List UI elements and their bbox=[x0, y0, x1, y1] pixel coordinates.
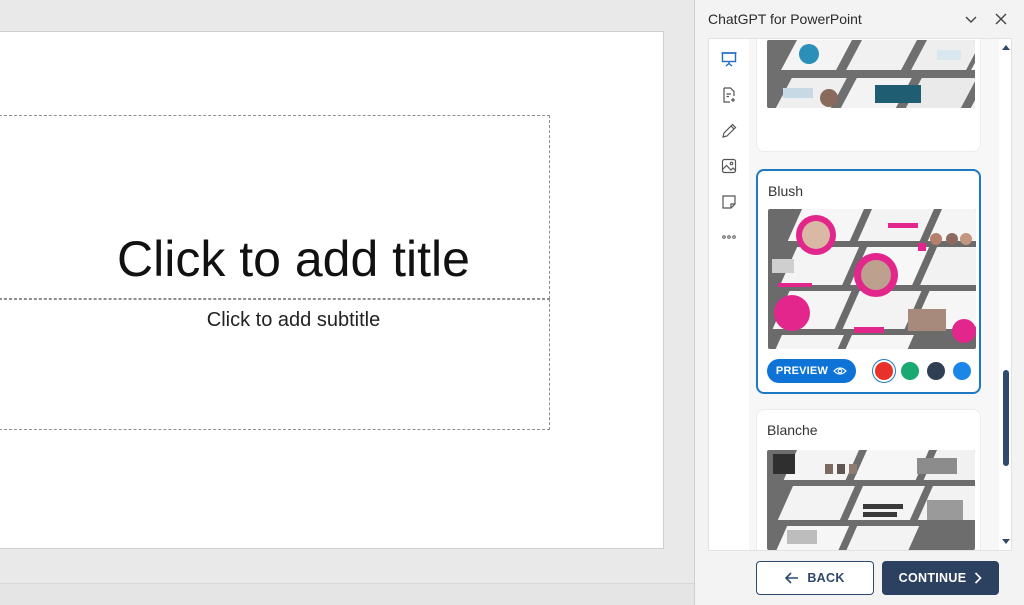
preview-button[interactable]: PREVIEW bbox=[767, 359, 856, 383]
scroll-thumb[interactable] bbox=[1003, 370, 1009, 466]
slide-canvas[interactable]: Click to add title Click to add subtitle bbox=[0, 31, 664, 549]
template-thumbnail bbox=[767, 450, 975, 550]
color-swatch-blue[interactable] bbox=[953, 362, 971, 380]
subtitle-placeholder[interactable]: Click to add subtitle bbox=[0, 299, 550, 430]
title-placeholder[interactable]: Click to add title bbox=[0, 115, 550, 299]
template-card[interactable] bbox=[756, 39, 981, 152]
continue-button[interactable]: CONTINUE bbox=[882, 561, 999, 595]
color-swatch-red[interactable] bbox=[875, 362, 893, 380]
tool-rail bbox=[709, 39, 749, 550]
template-name: Blanche bbox=[767, 422, 818, 438]
scroll-down-icon[interactable] bbox=[1002, 537, 1010, 545]
close-icon[interactable] bbox=[991, 9, 1011, 29]
continue-label: CONTINUE bbox=[898, 571, 967, 585]
subtitle-placeholder-text: Click to add subtitle bbox=[206, 309, 381, 331]
scrollbar[interactable] bbox=[999, 39, 1013, 550]
pane-header: ChatGPT for PowerPoint bbox=[695, 0, 1024, 38]
color-swatch-green[interactable] bbox=[901, 362, 919, 380]
back-label: BACK bbox=[807, 571, 845, 585]
pencil-icon[interactable] bbox=[717, 119, 741, 143]
pane-body: Blush PREVIEW Blanche bbox=[708, 38, 1012, 551]
preview-label: PREVIEW bbox=[775, 365, 829, 377]
status-bar bbox=[0, 583, 694, 605]
template-thumbnail bbox=[768, 209, 976, 349]
color-swatch-navy[interactable] bbox=[927, 362, 945, 380]
template-card-blush[interactable]: Blush PREVIEW bbox=[756, 169, 981, 394]
arrow-left-icon bbox=[785, 572, 799, 584]
chevron-down-icon[interactable] bbox=[961, 9, 981, 29]
image-icon[interactable] bbox=[717, 154, 741, 178]
chevron-right-icon bbox=[975, 572, 982, 584]
title-placeholder-text: Click to add title bbox=[117, 231, 470, 287]
more-icon[interactable] bbox=[717, 225, 741, 249]
sticky-note-icon[interactable] bbox=[717, 190, 741, 214]
template-card-blanche[interactable]: Blanche bbox=[756, 409, 981, 550]
pane-title: ChatGPT for PowerPoint bbox=[708, 11, 862, 27]
presentation-icon[interactable] bbox=[717, 47, 741, 71]
document-add-icon[interactable] bbox=[717, 83, 741, 107]
template-name: Blush bbox=[768, 183, 804, 199]
template-list[interactable]: Blush PREVIEW Blanche bbox=[749, 39, 999, 550]
template-thumbnail bbox=[767, 40, 975, 108]
eye-icon bbox=[833, 367, 847, 375]
scroll-up-icon[interactable] bbox=[1002, 44, 1010, 52]
task-pane: ChatGPT for PowerPoint Blush PREVIEW Bla… bbox=[694, 0, 1024, 605]
back-button[interactable]: BACK bbox=[756, 561, 874, 595]
slide-editor: Click to add title Click to add subtitle bbox=[0, 0, 694, 605]
